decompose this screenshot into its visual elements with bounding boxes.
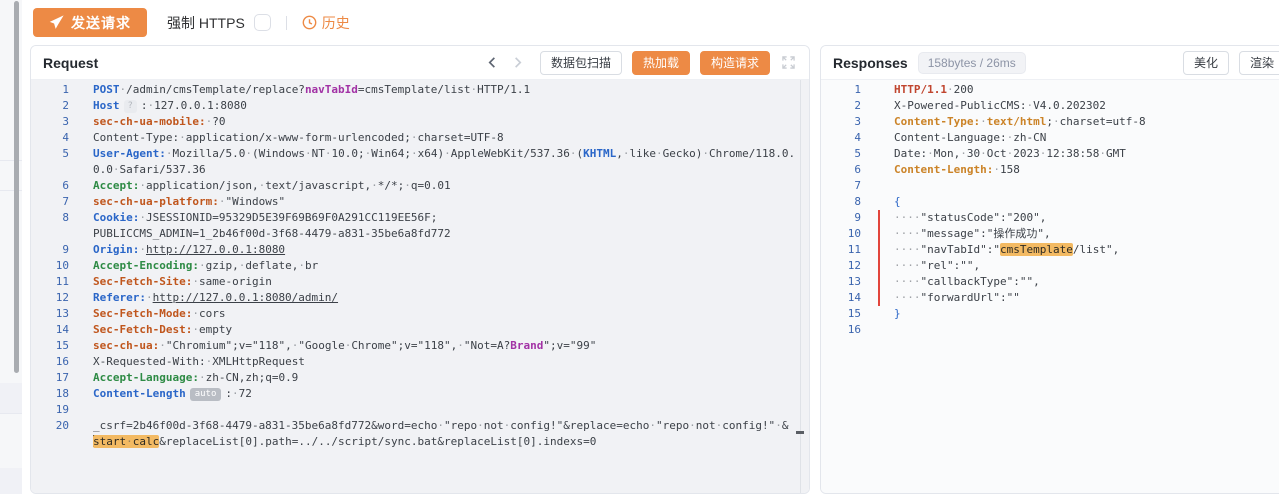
code-line: 10····"message":"操作成功",	[821, 226, 1279, 242]
code-line: 19	[31, 402, 809, 418]
code-line: 8Cookie:·JSESSIONID=95329D5E39F69B69F0A2…	[31, 210, 809, 226]
code-line: 1HTTP/1.1·200	[821, 82, 1279, 98]
code-line: 1POST·/admin/cmsTemplate/replace?navTabI…	[31, 82, 809, 98]
chevron-right-icon	[511, 56, 524, 69]
sidebar-divider	[0, 413, 22, 414]
code-line: 5User-Agent:·Mozilla/5.0·(Windows·NT·10.…	[31, 146, 809, 162]
send-request-label: 发送请求	[71, 13, 131, 33]
code-line: 2Host?:·127.0.0.1:8080	[31, 98, 809, 114]
code-line: 4Content-Type:·application/x-www-form-ur…	[31, 130, 809, 146]
code-line: 3Content-Type:·text/html;·charset=utf-8	[821, 114, 1279, 130]
sidebar-item-shade	[0, 383, 22, 413]
response-meta-badge: 158bytes / 26ms	[918, 52, 1026, 74]
request-editor[interactable]: 1POST·/admin/cmsTemplate/replace?navTabI…	[31, 80, 809, 493]
code-line: 15sec-ch-ua:·"Chromium";v="118",·"Google…	[31, 338, 809, 354]
code-line: 2X-Powered-PublicCMS:·V4.0.202302	[821, 98, 1279, 114]
code-line: 11····"navTabId":"cmsTemplate/list",	[821, 242, 1279, 258]
sidebar-scrollbar[interactable]	[14, 1, 19, 373]
response-viewer: 1HTTP/1.1·2002X-Powered-PublicCMS:·V4.0.…	[821, 80, 1279, 493]
code-line: start·calc&replaceList[0].path=../../scr…	[31, 434, 809, 450]
panels-row: Request 数据包扫描 热加载 构造请求	[30, 45, 1279, 494]
request-panel-title: Request	[43, 55, 98, 71]
toolbar-divider	[286, 16, 287, 30]
code-line: 13····"callbackType":"",	[821, 274, 1279, 290]
code-line: 16X-Requested-With:·XMLHttpRequest	[31, 354, 809, 370]
code-line: 8{	[821, 194, 1279, 210]
http-repeater-view: 发送请求 强制 HTTPS 历史 Request	[30, 0, 1279, 494]
code-line: 15}	[821, 306, 1279, 322]
code-line: 12····"rel":"",	[821, 258, 1279, 274]
code-line: 16	[821, 322, 1279, 338]
fullscreen-icon	[782, 56, 795, 69]
hot-reload-button[interactable]: 热加载	[632, 51, 690, 75]
code-line: 13Sec-Fetch-Mode:·cors	[31, 306, 809, 322]
response-panel-title: Responses	[833, 55, 908, 71]
force-https-label: 强制 HTTPS	[167, 13, 245, 33]
left-sidebar-strip	[0, 0, 22, 494]
chevron-left-icon	[486, 56, 499, 69]
prev-request-button[interactable]	[484, 54, 501, 71]
force-https-checkbox[interactable]	[254, 14, 271, 31]
request-panel-header: Request 数据包扫描 热加载 构造请求	[31, 46, 809, 80]
code-line: 0.0·Safari/537.36	[31, 162, 809, 178]
code-line: 7sec-ch-ua-platform:·"Windows"	[31, 194, 809, 210]
code-line: 20_csrf=2b46f00d-3f68-4479-a831-35be6a8f…	[31, 418, 809, 434]
response-panel-header: Responses 158bytes / 26ms 美化 渲染	[821, 46, 1279, 80]
response-panel: Responses 158bytes / 26ms 美化 渲染 1HTTP/1.…	[820, 45, 1279, 494]
build-request-button[interactable]: 构造请求	[700, 51, 770, 75]
next-request-button[interactable]	[509, 54, 526, 71]
code-line: 6Content-Length:·158	[821, 162, 1279, 178]
code-line: 12Referer:·http://127.0.0.1:8080/admin/	[31, 290, 809, 306]
code-line: 9····"statusCode":"200",	[821, 210, 1279, 226]
code-line: 4Content-Language:·zh-CN	[821, 130, 1279, 146]
code-line: 14Sec-Fetch-Dest:·empty	[31, 322, 809, 338]
render-button[interactable]: 渲染	[1239, 51, 1279, 75]
beautify-button[interactable]: 美化	[1183, 51, 1229, 75]
sidebar-item-shade	[0, 468, 22, 494]
send-request-button[interactable]: 发送请求	[33, 8, 147, 37]
toolbar: 发送请求 强制 HTTPS 历史	[30, 0, 1279, 45]
code-line: 14····"forwardUrl":""	[821, 290, 1279, 306]
code-line: 5Date:·Mon,·30·Oct·2023·12:38:58·GMT	[821, 146, 1279, 162]
request-panel: Request 数据包扫描 热加载 构造请求	[30, 45, 810, 494]
fullscreen-button[interactable]	[780, 54, 797, 71]
code-line: 6Accept:·application/json,·text/javascri…	[31, 178, 809, 194]
code-line: 11Sec-Fetch-Site:·same-origin	[31, 274, 809, 290]
code-line: PUBLICCMS_ADMIN=1_2b46f00d-3f68-4479-a83…	[31, 226, 809, 242]
code-line: 9Origin:·http://127.0.0.1:8080	[31, 242, 809, 258]
paper-plane-icon	[49, 15, 64, 30]
code-line: 7	[821, 178, 1279, 194]
packet-scan-button[interactable]: 数据包扫描	[540, 51, 622, 75]
code-line: 3sec-ch-ua-mobile:·?0	[31, 114, 809, 130]
clock-icon	[302, 15, 317, 30]
code-line: 17Accept-Language:·zh-CN,zh;q=0.9	[31, 370, 809, 386]
code-line: 18Content-Lengthauto:·72	[31, 386, 809, 402]
history-label: 历史	[322, 13, 350, 33]
history-button[interactable]: 历史	[302, 13, 350, 33]
code-line: 10Accept-Encoding:·gzip,·deflate,·br	[31, 258, 809, 274]
request-scrollbar-marker[interactable]	[796, 431, 804, 434]
